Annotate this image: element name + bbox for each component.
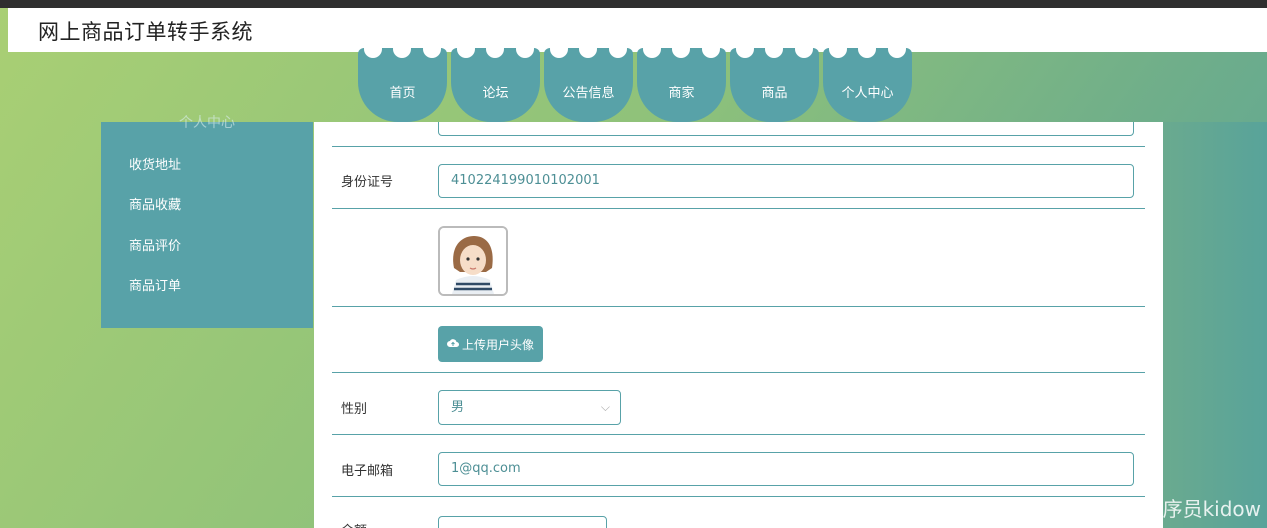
- balance-field[interactable]: [438, 516, 607, 528]
- right-background-panel: [1163, 122, 1267, 528]
- id-number-label: 身份证号: [341, 175, 394, 190]
- tab-announcements-label: 公告信息: [562, 86, 615, 101]
- tab-home-label: 首页: [389, 86, 416, 101]
- sidebar-item-reviews[interactable]: 商品评价: [129, 235, 181, 254]
- tab-merchants-label: 商家: [668, 86, 695, 101]
- main-nav: 首页 论坛 公告信息 商家 商品 个人中心: [358, 48, 912, 124]
- gender-select[interactable]: 男 ⌵: [438, 390, 621, 425]
- row-divider: [332, 372, 1145, 373]
- sidebar-item-shipping-address[interactable]: 收货地址: [129, 154, 181, 173]
- cloud-upload-icon: [446, 337, 459, 351]
- tab-personal-center[interactable]: 个人中心: [823, 48, 912, 122]
- balance-label: 余额: [341, 520, 367, 528]
- site-header: 网上商品订单转手系统: [8, 8, 1267, 52]
- row-divider: [332, 496, 1145, 497]
- site-title: 网上商品订单转手系统: [38, 20, 253, 44]
- row-divider: [332, 434, 1145, 435]
- sidebar-item-orders[interactable]: 商品订单: [129, 275, 181, 294]
- row-divider: [332, 208, 1145, 209]
- avatar: [438, 226, 508, 296]
- upload-avatar-label: 上传用户头像: [461, 337, 534, 352]
- gender-value: 男: [451, 400, 465, 415]
- chevron-down-icon: ⌵: [600, 400, 610, 414]
- row-divider: [332, 146, 1145, 147]
- tab-forum-label: 论坛: [482, 86, 509, 101]
- watermark: CSDN @程序员kidow: [1059, 497, 1261, 521]
- email-field[interactable]: 1@qq.com: [438, 452, 1134, 486]
- gender-label: 性别: [341, 402, 368, 417]
- window-top-bar: [0, 0, 1267, 8]
- tab-products-label: 商品: [761, 86, 788, 101]
- row-divider: [332, 306, 1145, 307]
- tab-personal-center-label: 个人中心: [841, 86, 894, 101]
- sidebar: 个人中心 收货地址 商品收藏 商品评价 商品订单: [101, 115, 313, 328]
- tab-announcements[interactable]: 公告信息: [544, 48, 633, 122]
- upload-avatar-button[interactable]: 上传用户头像: [438, 326, 543, 362]
- tab-forum[interactable]: 论坛: [451, 48, 540, 122]
- tab-products[interactable]: 商品: [730, 48, 819, 122]
- tab-merchants[interactable]: 商家: [637, 48, 726, 122]
- sidebar-header: 个人中心: [179, 115, 235, 131]
- profile-form: 17703786901 身份证号 410224199010102001 上传用户…: [314, 122, 1163, 528]
- phone-field[interactable]: 17703786901: [438, 122, 1134, 136]
- id-number-field[interactable]: 410224199010102001: [438, 164, 1134, 198]
- tab-home[interactable]: 首页: [358, 48, 447, 122]
- sidebar-item-favorites[interactable]: 商品收藏: [129, 194, 181, 213]
- email-label: 电子邮箱: [341, 464, 394, 479]
